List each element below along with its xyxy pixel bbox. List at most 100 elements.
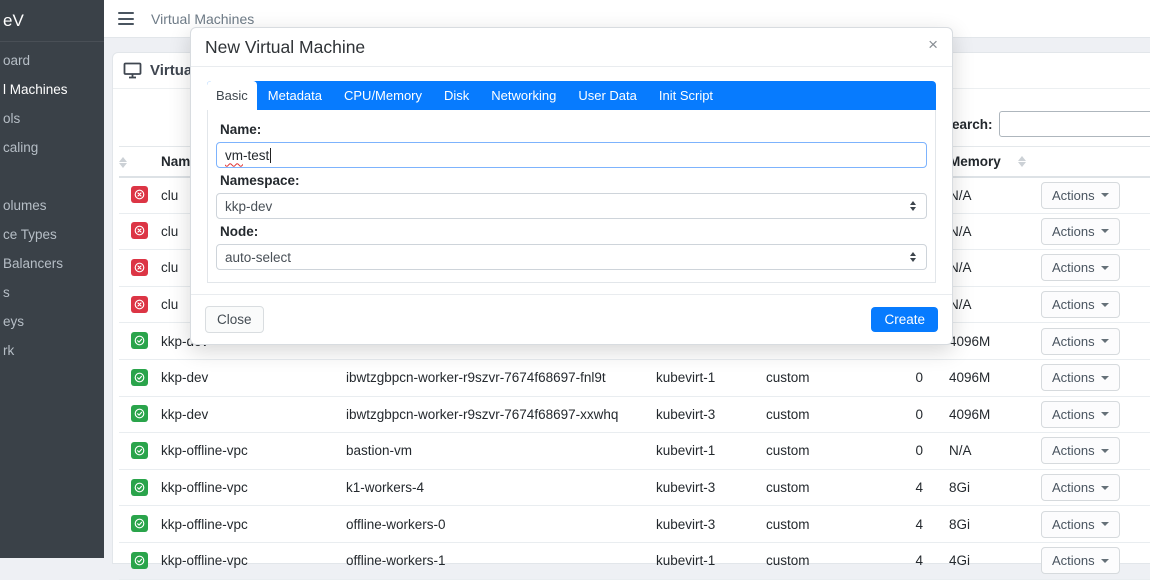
caret-down-icon xyxy=(1100,302,1109,307)
node-label: Node: xyxy=(220,224,259,239)
cell-type: custom xyxy=(766,432,871,470)
monitor-icon xyxy=(123,62,142,79)
column-header-actions xyxy=(1036,146,1150,178)
cell-namespace: kkp-offline-vpc xyxy=(161,505,346,543)
cell-node: kubevirt-1 xyxy=(656,359,766,397)
search-input[interactable] xyxy=(998,111,1150,137)
name-label: Name: xyxy=(220,122,262,137)
table-row: kkp-offline-vpc bastion-vm kubevirt-1 custo… xyxy=(119,432,1150,470)
cell-cpus: 4 xyxy=(871,542,931,580)
modal-tabs: Basic Metadata CPU/Memory Disk Networking Use… xyxy=(207,81,936,110)
modal-title: New Virtual Machine xyxy=(205,37,366,57)
cell-memory: 4096M xyxy=(931,359,1036,397)
cell-node: kubevirt-3 xyxy=(656,505,766,543)
table-row: kkp-offline-vpc k1-workers-4 kubevirt-3 cus… xyxy=(119,469,1150,507)
cell-namespace: kkp-dev xyxy=(161,396,346,434)
cell-name: offline-workers-0 xyxy=(346,505,656,543)
caret-down-icon xyxy=(1100,193,1109,198)
namespace-select[interactable]: kkp-dev xyxy=(216,193,927,219)
sidebar-item[interactable]: ce Types xyxy=(0,220,104,249)
cell-cpus: 0 xyxy=(871,359,931,397)
sidebar-item[interactable]: rk xyxy=(0,336,104,365)
cell-memory: N/A xyxy=(931,432,1036,470)
cell-cpus: 0 xyxy=(871,432,931,470)
cell-type: custom xyxy=(766,542,871,580)
status-x-icon xyxy=(131,295,148,313)
basic-tab-panel: Name: vm -test Namespace: kkp-dev Node: a… xyxy=(207,110,936,283)
tab-init-script[interactable]: Init Script xyxy=(648,81,724,110)
text-cursor xyxy=(270,147,272,163)
caret-down-icon xyxy=(1100,485,1109,490)
namespace-label: Namespace: xyxy=(220,173,300,188)
close-icon[interactable]: × xyxy=(928,36,938,53)
row-actions-button[interactable]: Actions xyxy=(1041,254,1120,282)
sidebar-item[interactable]: ols xyxy=(0,104,104,133)
status-check-icon xyxy=(131,478,148,496)
close-button[interactable]: Close xyxy=(205,306,264,333)
caret-down-icon xyxy=(1100,558,1109,563)
row-actions-button[interactable]: Actions xyxy=(1041,510,1120,538)
row-actions-button[interactable]: Actions xyxy=(1041,181,1120,209)
sidebar-item[interactable]: olumes xyxy=(0,191,104,220)
cell-memory: 8Gi xyxy=(931,505,1036,543)
table-row: kkp-dev ibwtzgbpcn-worker-r9szvr-7674f686… xyxy=(119,396,1150,434)
sidebar-item[interactable]: oard xyxy=(0,46,104,75)
menu-toggle-icon[interactable] xyxy=(118,12,134,25)
status-check-icon xyxy=(131,368,148,386)
row-actions-button[interactable]: Actions xyxy=(1041,547,1120,575)
sidebar-item[interactable]: caling xyxy=(0,133,104,162)
cell-memory: 4Gi xyxy=(931,542,1036,580)
status-check-icon xyxy=(131,551,148,569)
cell-namespace: kkp-dev xyxy=(161,359,346,397)
vm-name-input[interactable]: vm -test xyxy=(216,142,927,168)
create-button[interactable]: Create xyxy=(871,307,938,332)
caret-down-icon xyxy=(1100,229,1109,234)
tab-cpu-memory[interactable]: CPU/Memory xyxy=(333,81,433,110)
cell-type: custom xyxy=(766,359,871,397)
tab-disk[interactable]: Disk xyxy=(433,81,480,110)
cell-name: bastion-vm xyxy=(346,432,656,470)
cell-node: kubevirt-3 xyxy=(656,396,766,434)
sidebar-item[interactable]: l Machines xyxy=(0,75,104,104)
cell-type: custom xyxy=(766,505,871,543)
row-actions-button[interactable]: Actions xyxy=(1041,400,1120,428)
column-header-status[interactable] xyxy=(119,146,161,178)
sort-icon xyxy=(119,156,127,168)
cell-node: kubevirt-1 xyxy=(656,542,766,580)
row-actions-button[interactable]: Actions xyxy=(1041,291,1120,319)
cell-namespace: kkp-offline-vpc xyxy=(161,542,346,580)
cell-node: kubevirt-1 xyxy=(656,432,766,470)
sidebar-item[interactable]: eys xyxy=(0,307,104,336)
status-check-icon xyxy=(131,405,148,423)
row-actions-button[interactable]: Actions xyxy=(1041,217,1120,245)
status-x-icon xyxy=(131,258,148,276)
tab-metadata[interactable]: Metadata xyxy=(257,81,333,110)
status-check-icon xyxy=(131,515,148,533)
sidebar-item[interactable]: s xyxy=(0,278,104,307)
sidebar-nav: oard l Machines ols caling olumes ce Types Bal… xyxy=(0,46,104,365)
tab-networking[interactable]: Networking xyxy=(480,81,567,110)
status-check-icon xyxy=(131,441,148,459)
cell-type: custom xyxy=(766,469,871,507)
row-actions-button[interactable]: Actions xyxy=(1041,327,1120,355)
row-actions-button[interactable]: Actions xyxy=(1041,474,1120,502)
tab-basic[interactable]: Basic xyxy=(207,81,257,110)
cell-memory: 8Gi xyxy=(931,469,1036,507)
sidebar-item[interactable]: Balancers xyxy=(0,249,104,278)
tab-user-data[interactable]: User Data xyxy=(567,81,648,110)
row-actions-button[interactable]: Actions xyxy=(1041,437,1120,465)
node-select[interactable]: auto-select xyxy=(216,244,927,270)
status-x-icon xyxy=(131,186,148,204)
table-row: kkp-offline-vpc offline-workers-0 kubevirt… xyxy=(119,505,1150,543)
sidebar: eV oard l Machines ols caling olumes ce Types… xyxy=(0,0,104,558)
cell-name: ibwtzgbpcn-worker-r9szvr-7674f68697-fnl9… xyxy=(346,359,656,397)
caret-down-icon xyxy=(1100,375,1109,380)
caret-down-icon xyxy=(1100,265,1109,270)
caret-down-icon xyxy=(1100,339,1109,344)
row-actions-button[interactable]: Actions xyxy=(1041,364,1120,392)
cell-node: kubevirt-3 xyxy=(656,469,766,507)
status-check-icon xyxy=(131,332,148,350)
sort-icon xyxy=(1017,155,1026,167)
cell-cpus: 0 xyxy=(871,396,931,434)
cell-cpus: 4 xyxy=(871,505,931,543)
